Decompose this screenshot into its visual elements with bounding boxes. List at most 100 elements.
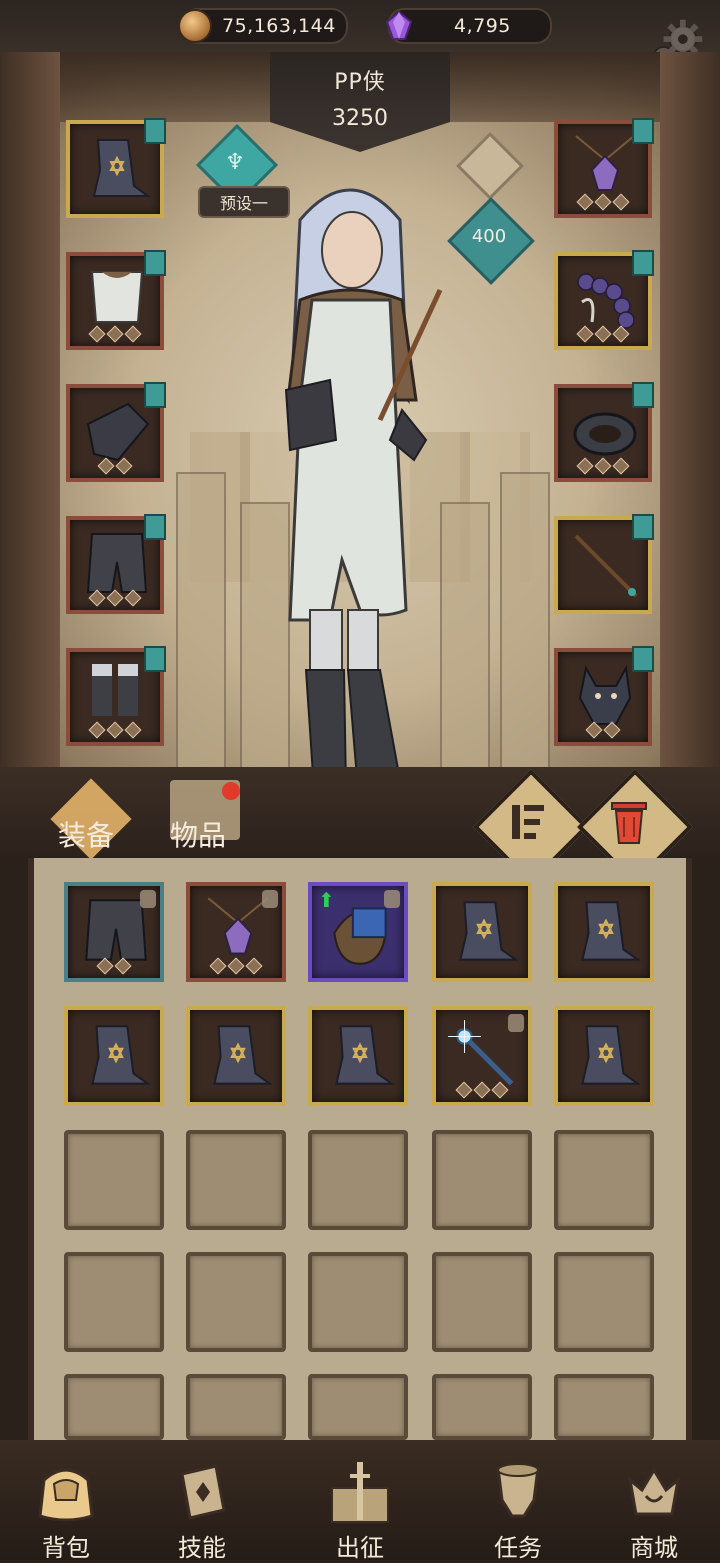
nav-label: 技能	[178, 1534, 226, 1562]
equipped-flag	[632, 514, 654, 540]
nav-label: 商城	[630, 1534, 678, 1562]
inventory-item[interactable]	[554, 882, 654, 982]
empty-slot[interactable]	[186, 1374, 286, 1440]
inventory-item[interactable]	[186, 882, 286, 982]
nav-backpack[interactable]: 背包	[6, 1440, 126, 1562]
inventory-item[interactable]	[64, 1006, 164, 1106]
coin-icon	[178, 9, 212, 43]
background-plank	[500, 472, 550, 767]
upgrade-arrow-icon: ⬆	[318, 888, 335, 912]
inventory-item[interactable]: ⬆	[308, 882, 408, 982]
backpack-icon	[38, 1468, 94, 1522]
empty-slot[interactable]	[308, 1252, 408, 1352]
empty-slot[interactable]	[64, 1374, 164, 1440]
rarity-dots	[558, 325, 648, 343]
equipped-flag	[144, 382, 166, 408]
empty-slot[interactable]	[186, 1130, 286, 1230]
rarity-dots	[70, 325, 160, 343]
empty-slot[interactable]	[432, 1252, 532, 1352]
equip-slot-amulet[interactable]	[554, 118, 654, 218]
empty-slot[interactable]	[432, 1374, 532, 1440]
inventory-item[interactable]	[554, 1006, 654, 1106]
equip-slot-gloves[interactable]	[66, 382, 166, 482]
inventory-item[interactable]	[432, 882, 532, 982]
equip-slot-shoes[interactable]	[66, 646, 166, 746]
equipped-flag	[632, 382, 654, 408]
nav-quests[interactable]: 任务	[458, 1440, 578, 1562]
inventory-item[interactable]	[186, 1006, 286, 1106]
boot-item-icon	[581, 901, 641, 961]
equip-slot-pants[interactable]	[66, 514, 166, 614]
hero-figure[interactable]	[230, 140, 470, 800]
trash-icon	[611, 802, 647, 844]
arch-right	[660, 52, 720, 767]
shop-crown-icon	[627, 1467, 681, 1516]
inventory-item[interactable]	[308, 1006, 408, 1106]
rarity-dots	[558, 193, 648, 211]
equip-slot-offhand[interactable]	[554, 646, 654, 746]
empty-slot[interactable]	[186, 1252, 286, 1352]
inventory-item[interactable]	[432, 1006, 532, 1106]
empty-slot[interactable]	[432, 1130, 532, 1230]
inventory-item[interactable]	[64, 882, 164, 982]
empty-slot[interactable]	[554, 1252, 654, 1352]
boot-item-icon	[581, 1025, 641, 1085]
coin-counter: 75,163,144	[178, 8, 348, 44]
empty-slot[interactable]	[554, 1130, 654, 1230]
equip-slot-belt[interactable]	[554, 250, 654, 350]
rarity-dots	[68, 957, 160, 975]
gem-counter: 4,795	[385, 8, 552, 44]
background-plank	[176, 472, 226, 767]
rarity-dots	[558, 721, 648, 739]
boot-item-icon	[91, 1025, 151, 1085]
equipped-flag	[632, 250, 654, 276]
equipped-flag	[632, 646, 654, 672]
empty-slot[interactable]	[308, 1130, 408, 1230]
boot-item-icon	[459, 901, 519, 961]
nav-label: 任务	[494, 1534, 542, 1562]
equip-slot-weapon[interactable]	[554, 514, 654, 614]
tab-items[interactable]: 物品	[170, 814, 226, 854]
empty-slot[interactable]	[308, 1374, 408, 1440]
coin-value: 75,163,144	[222, 15, 336, 37]
empty-slot[interactable]	[554, 1374, 654, 1440]
boot-item-icon	[335, 1025, 395, 1085]
nav-skills[interactable]: 技能	[142, 1440, 262, 1562]
boot-item-icon	[213, 1025, 273, 1085]
rarity-dots	[70, 457, 160, 475]
lock-icon	[140, 890, 156, 908]
nav-shop[interactable]: 商城	[594, 1440, 714, 1562]
nav-label: 背包	[42, 1534, 90, 1562]
gem-icon	[385, 11, 413, 40]
skill-book-icon	[180, 1464, 226, 1520]
rarity-dots	[70, 721, 160, 739]
equip-slot-boots-gold[interactable]	[66, 118, 166, 218]
rarity-dots	[70, 589, 160, 607]
lock-icon	[384, 890, 400, 908]
scroll-icon	[496, 1463, 540, 1518]
sort-icon	[512, 805, 544, 839]
equipped-flag	[632, 118, 654, 144]
equipped-flag	[144, 250, 166, 276]
top-resource-bar	[0, 0, 720, 52]
empty-slot[interactable]	[64, 1130, 164, 1230]
rarity-dots	[190, 957, 282, 975]
rarity-dots	[558, 457, 648, 475]
equipped-flag	[144, 646, 166, 672]
rarity-dots	[436, 1081, 528, 1099]
equipped-flag	[144, 514, 166, 540]
lock-icon	[262, 890, 278, 908]
notification-dot	[222, 782, 240, 800]
nav-expedition[interactable]: 出征	[300, 1440, 420, 1562]
equipped-flag	[144, 118, 166, 144]
arch-left	[0, 52, 60, 767]
sword-map-icon	[331, 1462, 389, 1523]
gem-value: 4,795	[454, 15, 511, 37]
player-name: PP侠	[334, 70, 386, 95]
tab-equip[interactable]: 装备	[58, 814, 114, 854]
empty-slot[interactable]	[64, 1252, 164, 1352]
equip-slot-chest[interactable]	[66, 250, 166, 350]
equip-slot-ring[interactable]	[554, 382, 654, 482]
lock-icon	[508, 1014, 524, 1032]
nav-label: 出征	[336, 1534, 384, 1562]
